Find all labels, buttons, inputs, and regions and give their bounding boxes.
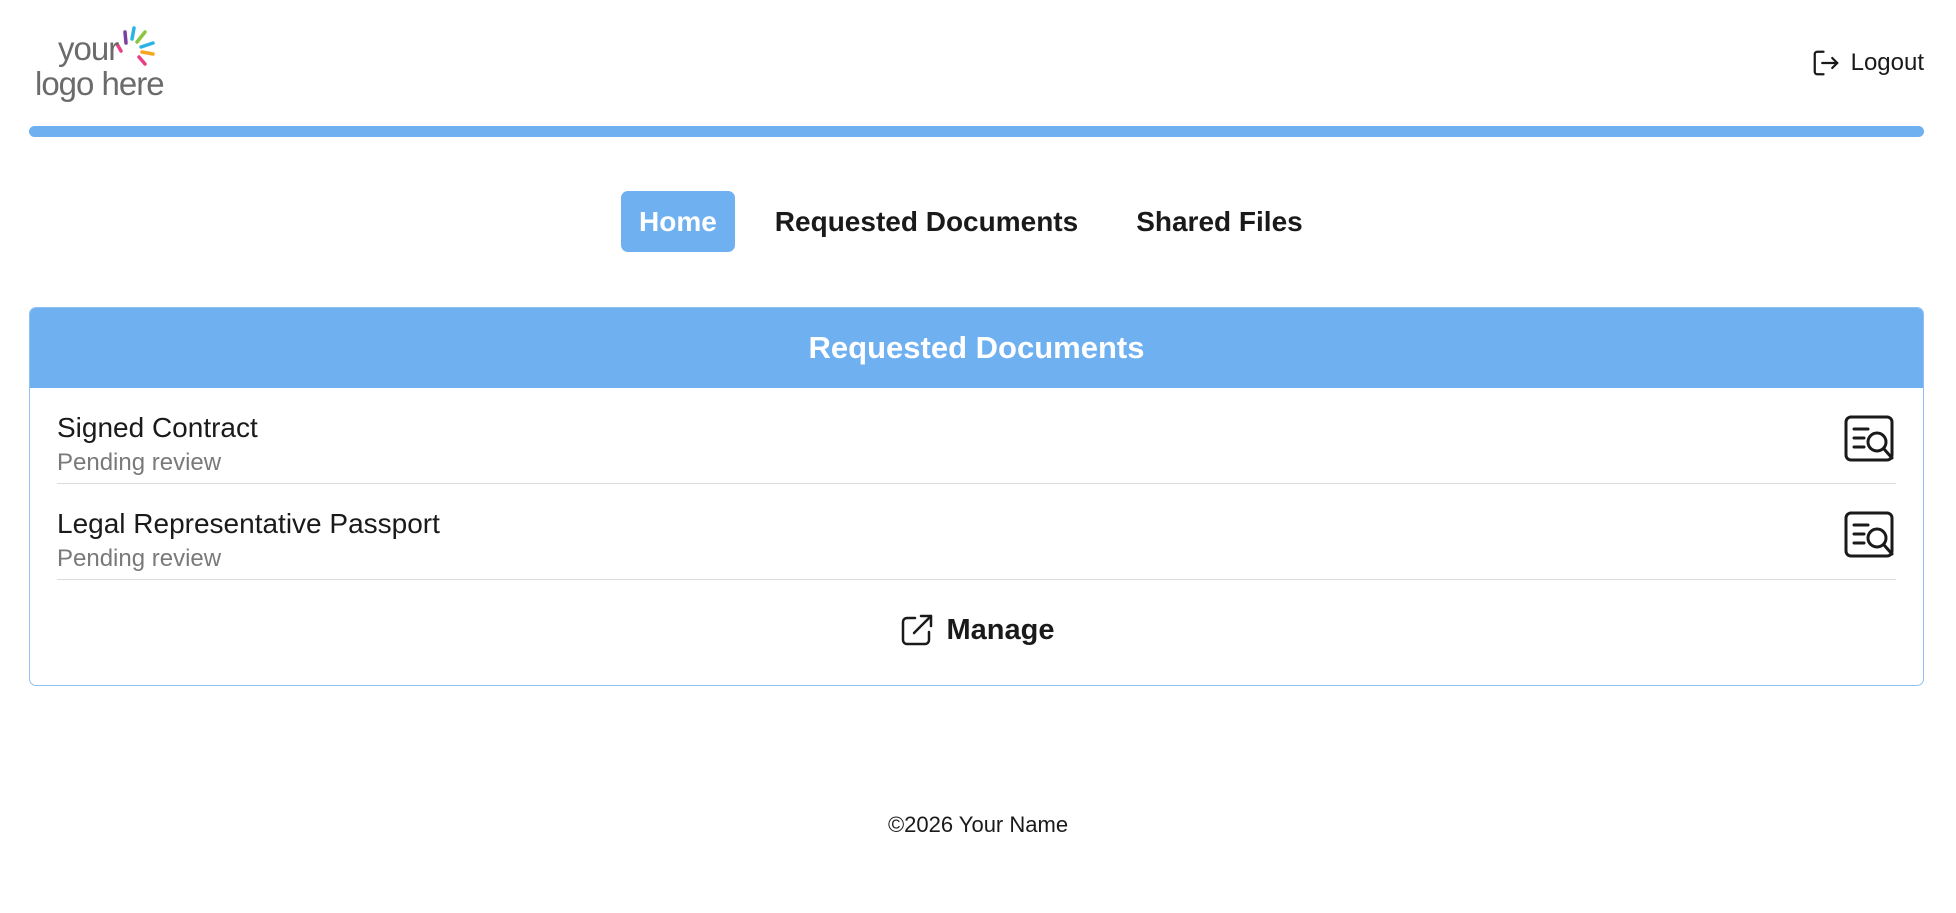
document-list: Signed Contract Pending review Legal Rep… [30,388,1923,680]
list-item: Signed Contract Pending review [57,388,1896,484]
header: your logo here Logout [29,22,1924,104]
tab-shared-files[interactable]: Shared Files [1118,191,1321,252]
footer-copyright: ©2026 Your Name [887,812,1069,837]
logo-text-line2: logo here [35,65,165,102]
tab-home[interactable]: Home [621,191,735,252]
header-divider-bar [29,126,1924,137]
document-status: Pending review [57,449,222,476]
logo-burst-icon [115,26,155,66]
page: your logo here Logout Home Requested Doc… [0,0,1956,913]
requested-documents-card: Requested Documents Signed Contract Pend… [29,307,1924,686]
document-search-icon[interactable] [1844,510,1896,560]
list-item: Legal Representative Passport Pending re… [57,484,1896,580]
tab-requested-documents[interactable]: Requested Documents [757,191,1096,252]
card-title: Requested Documents [30,308,1923,388]
document-status: Pending review [57,545,222,572]
document-search-icon[interactable] [1844,414,1896,464]
logout-label: Logout [1850,49,1924,76]
logout-icon [1813,50,1838,76]
manage-label: Manage [946,613,1055,646]
document-title: Signed Contract [57,412,258,443]
external-link-icon [901,614,932,646]
document-title: Legal Representative Passport [57,508,440,539]
logo[interactable]: your logo here [35,24,175,104]
manage-button[interactable]: Manage [57,580,1896,680]
logo-text-line1: your [58,30,119,67]
logout-button[interactable]: Logout [1811,48,1924,78]
